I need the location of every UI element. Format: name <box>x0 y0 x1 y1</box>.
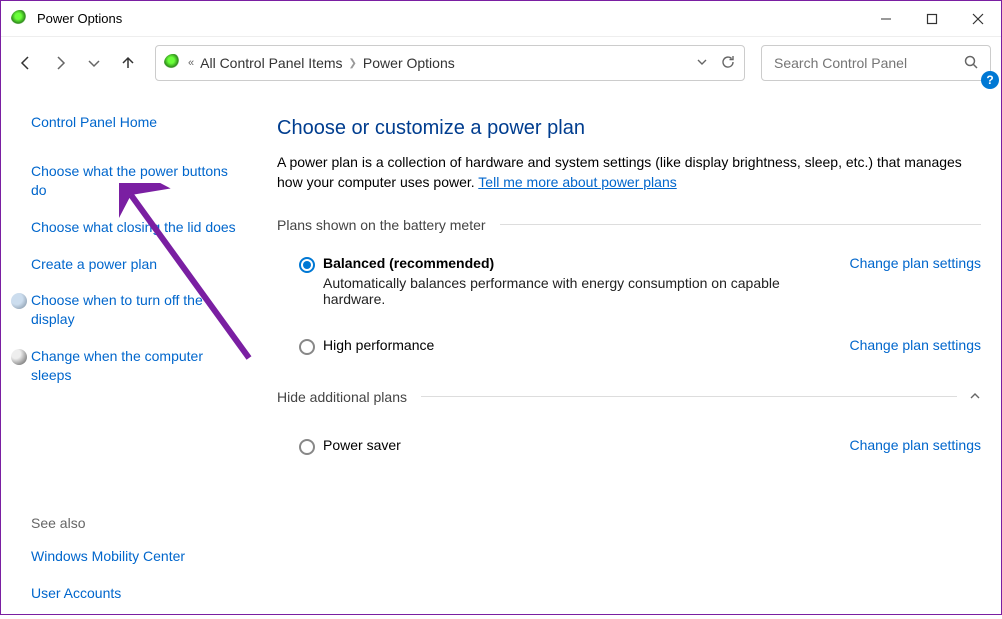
forward-button[interactable] <box>45 48 75 78</box>
refresh-button[interactable] <box>720 54 736 73</box>
breadcrumb-item[interactable]: All Control Panel Items <box>200 55 342 71</box>
window-title: Power Options <box>37 11 863 26</box>
plan-name: High performance <box>323 337 833 353</box>
close-button[interactable] <box>955 1 1001 37</box>
radio-selected-icon[interactable] <box>299 257 315 273</box>
plan-high-performance[interactable]: High performance Change plan settings <box>277 333 981 359</box>
search-input[interactable] <box>774 55 964 71</box>
sidebar-link-closing-lid[interactable]: Choose what closing the lid does <box>31 218 243 237</box>
hide-additional-label[interactable]: Hide additional plans <box>277 389 421 405</box>
divider <box>500 224 981 225</box>
see-also-mobility-center[interactable]: Windows Mobility Center <box>31 547 243 566</box>
sidebar-link-power-buttons[interactable]: Choose what the power buttons do <box>31 162 243 200</box>
window-titlebar: Power Options <box>1 1 1001 37</box>
help-icon[interactable]: ? <box>981 71 999 89</box>
plan-name: Power saver <box>323 437 833 453</box>
control-panel-home-link[interactable]: Control Panel Home <box>31 113 243 132</box>
plan-power-saver[interactable]: Power saver Change plan settings <box>277 433 981 459</box>
breadcrumb-overflow-icon[interactable]: « <box>188 57 194 69</box>
minimize-button[interactable] <box>863 1 909 37</box>
shield-icon <box>11 293 27 309</box>
change-plan-settings-link[interactable]: Change plan settings <box>849 255 981 271</box>
search-box[interactable] <box>761 45 991 81</box>
back-button[interactable] <box>11 48 41 78</box>
navigation-toolbar: « All Control Panel Items ❯ Power Option… <box>1 37 1001 89</box>
plan-balanced[interactable]: Balanced (recommended) Automatically bal… <box>277 251 981 311</box>
plan-name: Balanced (recommended) <box>323 255 833 271</box>
sidebar-link-computer-sleeps[interactable]: Change when the computer sleeps <box>31 347 243 385</box>
tell-me-more-link[interactable]: Tell me more about power plans <box>478 174 676 190</box>
plans-shown-label: Plans shown on the battery meter <box>277 217 500 233</box>
moon-icon <box>11 349 27 365</box>
chevron-right-icon[interactable]: ❯ <box>349 58 357 69</box>
power-options-icon <box>164 54 182 72</box>
recent-dropdown[interactable] <box>79 48 109 78</box>
change-plan-settings-link[interactable]: Change plan settings <box>849 337 981 353</box>
sidebar-link-turn-off-display[interactable]: Choose when to turn off the display <box>31 291 243 329</box>
radio-icon[interactable] <box>299 339 315 355</box>
collapse-icon[interactable] <box>969 389 981 405</box>
sidebar: Control Panel Home Choose what the power… <box>1 89 261 619</box>
sidebar-link-create-plan[interactable]: Create a power plan <box>31 255 243 274</box>
power-options-icon <box>11 10 29 28</box>
divider <box>421 396 957 397</box>
change-plan-settings-link[interactable]: Change plan settings <box>849 437 981 453</box>
intro-text: A power plan is a collection of hardware… <box>277 152 981 193</box>
radio-icon[interactable] <box>299 439 315 455</box>
search-icon[interactable] <box>964 55 978 72</box>
chevron-down-icon[interactable] <box>696 55 708 71</box>
see-also-label: See also <box>31 515 243 531</box>
breadcrumb-item[interactable]: Power Options <box>363 55 455 71</box>
maximize-button[interactable] <box>909 1 955 37</box>
main-panel: ? Choose or customize a power plan A pow… <box>261 89 1001 619</box>
address-bar[interactable]: « All Control Panel Items ❯ Power Option… <box>155 45 745 81</box>
up-button[interactable] <box>113 48 143 78</box>
plan-description: Automatically balances performance with … <box>323 275 833 307</box>
see-also-user-accounts[interactable]: User Accounts <box>31 584 243 603</box>
page-title: Choose or customize a power plan <box>277 117 981 140</box>
